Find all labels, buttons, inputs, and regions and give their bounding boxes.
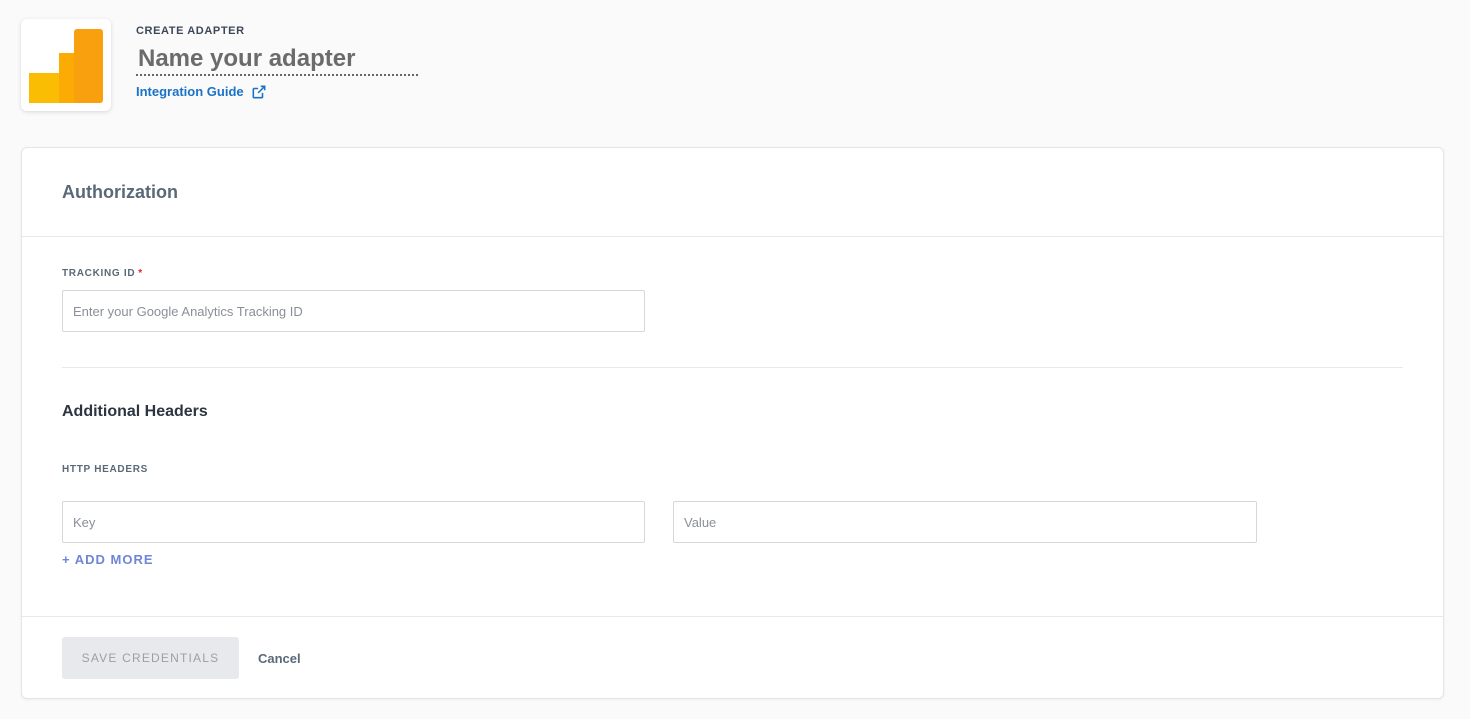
tracking-id-input[interactable] bbox=[62, 290, 645, 332]
integration-guide-label: Integration Guide bbox=[136, 84, 244, 99]
section-divider bbox=[62, 367, 1403, 368]
add-more-button[interactable]: + ADD MORE bbox=[62, 552, 154, 567]
http-headers-label: HTTP HEADERS bbox=[62, 464, 149, 475]
external-link-icon bbox=[252, 85, 266, 98]
logo-bar-tall bbox=[74, 29, 103, 103]
save-credentials-button[interactable]: SAVE CREDENTIALS bbox=[62, 637, 239, 679]
header-value-input[interactable] bbox=[673, 501, 1257, 543]
card-title: Authorization bbox=[62, 182, 178, 202]
create-adapter-overline: CREATE ADAPTER bbox=[136, 25, 245, 37]
integration-guide-link[interactable]: Integration Guide bbox=[136, 84, 266, 99]
google-analytics-logo bbox=[21, 19, 111, 111]
header-divider bbox=[22, 236, 1443, 237]
header-key-input[interactable] bbox=[62, 501, 645, 543]
required-mark: * bbox=[138, 268, 143, 279]
footer-divider bbox=[22, 616, 1443, 617]
adapter-name-input[interactable] bbox=[136, 44, 418, 76]
authorization-card: Authorization TRACKING ID* Additional He… bbox=[21, 147, 1444, 699]
page-header: CREATE ADAPTER Integration Guide bbox=[0, 0, 1470, 140]
tracking-id-label: TRACKING ID * bbox=[62, 268, 143, 279]
cancel-button[interactable]: Cancel bbox=[258, 647, 301, 669]
additional-headers-title: Additional Headers bbox=[62, 403, 208, 420]
tracking-id-label-text: TRACKING ID bbox=[62, 268, 136, 279]
logo-bar-short bbox=[29, 73, 59, 103]
